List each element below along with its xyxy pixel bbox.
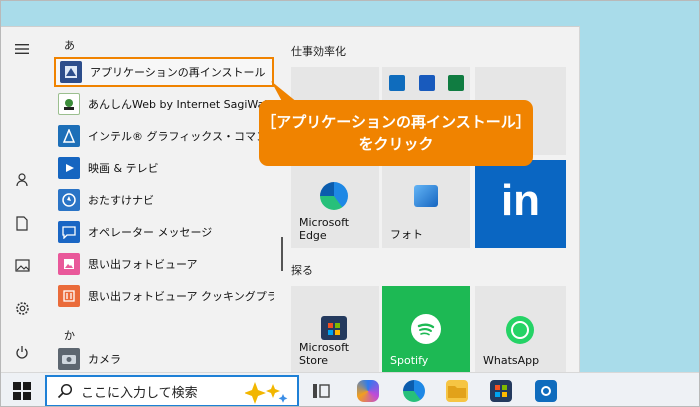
app-operator-message[interactable]: オペレーター メッセージ bbox=[54, 217, 274, 247]
app-label: インテル® グラフィックス・コマンド・センター bbox=[88, 130, 274, 143]
tile-label: Microsoft Edge bbox=[299, 216, 350, 242]
section-header-a: あ bbox=[64, 39, 75, 52]
edge-icon bbox=[320, 182, 348, 210]
group-header-productivity: 仕事効率化 bbox=[291, 45, 346, 58]
taskbar-search-box[interactable]: ここに入力して検索 bbox=[45, 375, 299, 406]
reinstall-app-icon bbox=[60, 61, 82, 83]
scrollbar-thumb[interactable] bbox=[281, 237, 283, 271]
tile-spotify[interactable]: Spotify bbox=[382, 286, 470, 373]
app-label: おたすけナビ bbox=[88, 194, 154, 207]
copilot-icon[interactable] bbox=[357, 380, 379, 402]
app-label: 思い出フォトビューア bbox=[88, 258, 198, 271]
windows-start-icon[interactable] bbox=[13, 382, 31, 404]
app-intel-graphics-command-center[interactable]: インテル® グラフィックス・コマンド・センター bbox=[54, 121, 274, 151]
excel-small-icon bbox=[448, 75, 464, 91]
callout-line-2: をクリック bbox=[358, 135, 434, 153]
app-movies-tv[interactable]: 映画 & テレビ bbox=[54, 153, 274, 183]
power-icon[interactable] bbox=[12, 342, 32, 362]
documents-icon[interactable] bbox=[12, 213, 32, 233]
tile-photos[interactable]: フォト bbox=[382, 160, 470, 248]
settings-gear-icon[interactable] bbox=[12, 298, 32, 318]
user-account-icon[interactable] bbox=[12, 170, 32, 190]
app-otasuke-navi[interactable]: おたすけナビ bbox=[54, 185, 274, 215]
tile-label: フォト bbox=[390, 228, 423, 241]
app-label: あんしんWeb by Internet SagiWall for bbox=[88, 98, 274, 111]
search-placeholder: ここに入力して検索 bbox=[81, 385, 198, 401]
camera-icon bbox=[58, 348, 80, 370]
tile-label: Microsoft Store bbox=[299, 341, 350, 367]
tile-whatsapp[interactable]: WhatsApp bbox=[475, 286, 566, 373]
screenshot-frame: あ アプリケーションの再インストール あんしんWeb by Internet S… bbox=[0, 0, 700, 407]
section-header-ka: か bbox=[64, 329, 75, 342]
hamburger-menu-icon[interactable] bbox=[12, 39, 32, 59]
movies-tv-icon bbox=[58, 157, 80, 179]
group-header-explore: 探る bbox=[291, 264, 313, 277]
edge-taskbar-icon[interactable] bbox=[403, 380, 425, 402]
app-photo-viewer[interactable]: 思い出フォトビューア bbox=[54, 249, 274, 279]
photo-viewer-cooking-icon bbox=[58, 285, 80, 307]
otasuke-navi-icon bbox=[58, 189, 80, 211]
pictures-icon[interactable] bbox=[12, 255, 32, 275]
left-rail bbox=[1, 27, 44, 373]
anshin-web-icon bbox=[58, 93, 80, 115]
outlook-taskbar-icon[interactable] bbox=[535, 380, 557, 402]
tile-label: Spotify bbox=[390, 354, 429, 367]
tile-linkedin[interactable]: in bbox=[475, 160, 566, 248]
spotify-icon bbox=[411, 314, 441, 344]
tile-label: WhatsApp bbox=[483, 354, 540, 367]
callout-line-1: ［アプリケーションの再インストール］ bbox=[261, 113, 531, 131]
start-menu: あ アプリケーションの再インストール あんしんWeb by Internet S… bbox=[1, 26, 580, 373]
photo-viewer-icon bbox=[58, 253, 80, 275]
outlook-small-icon bbox=[389, 75, 405, 91]
task-view-icon[interactable] bbox=[310, 380, 332, 402]
app-label: カメラ bbox=[88, 353, 121, 366]
app-label: 思い出フォトビューア クッキングプラス bbox=[88, 290, 274, 303]
app-reinstall-applications[interactable]: アプリケーションの再インストール bbox=[54, 57, 274, 87]
app-label: 映画 & テレビ bbox=[88, 162, 159, 175]
operator-message-icon bbox=[58, 221, 80, 243]
store-icon bbox=[321, 316, 347, 340]
app-label: オペレーター メッセージ bbox=[88, 226, 213, 239]
word-small-icon bbox=[419, 75, 435, 91]
intel-graphics-icon bbox=[58, 125, 80, 147]
linkedin-logo-icon: in bbox=[500, 176, 541, 225]
search-icon bbox=[57, 383, 73, 399]
tile-microsoft-store[interactable]: Microsoft Store bbox=[291, 286, 379, 373]
photos-icon bbox=[414, 185, 438, 207]
app-label: アプリケーションの再インストール bbox=[90, 66, 266, 79]
copilot-sparkle-icon bbox=[244, 380, 289, 406]
app-list: あ アプリケーションの再インストール あんしんWeb by Internet S… bbox=[44, 27, 284, 373]
app-photo-viewer-cooking-plus[interactable]: 思い出フォトビューア クッキングプラス bbox=[54, 281, 274, 311]
tile-microsoft-edge[interactable]: Microsoft Edge bbox=[291, 160, 379, 248]
instruction-callout: ［アプリケーションの再インストール］ をクリック bbox=[259, 100, 533, 166]
taskbar: ここに入力して検索 bbox=[1, 372, 699, 406]
store-taskbar-icon[interactable] bbox=[490, 380, 512, 402]
whatsapp-icon bbox=[506, 316, 534, 344]
file-explorer-icon[interactable] bbox=[446, 380, 468, 402]
app-anshin-web[interactable]: あんしんWeb by Internet SagiWall for bbox=[54, 89, 274, 119]
app-camera[interactable]: カメラ bbox=[54, 344, 274, 374]
